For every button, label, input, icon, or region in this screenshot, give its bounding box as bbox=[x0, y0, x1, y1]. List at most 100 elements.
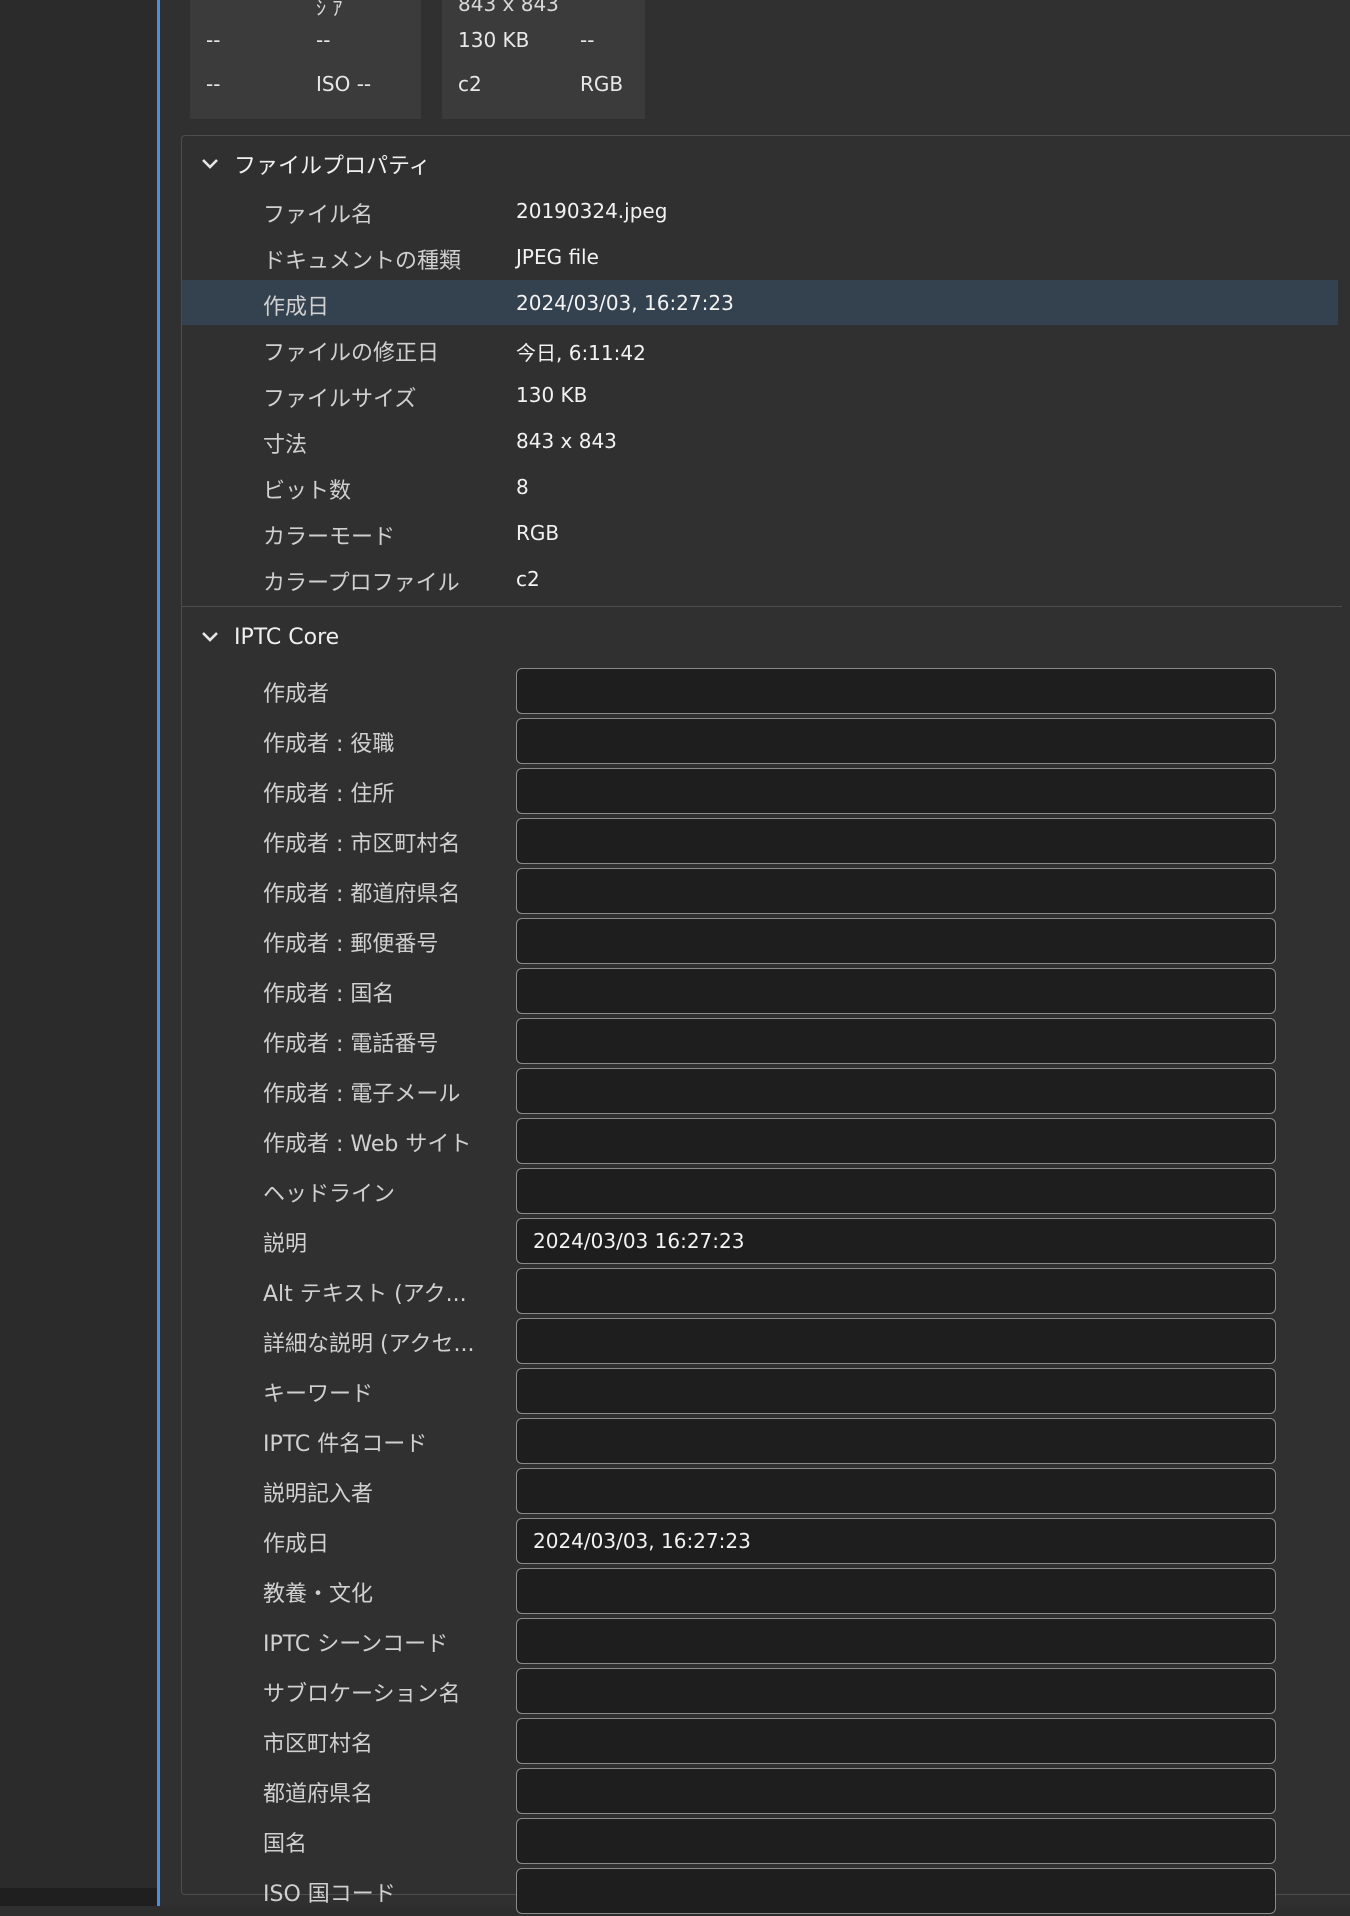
chevron-down-icon[interactable] bbox=[196, 623, 224, 651]
property-value: 8 bbox=[516, 475, 529, 499]
properties-panel: ファイルプロパティ ファイル名 20190324.jpeg ドキュメントの種類 JPE… bbox=[181, 135, 1350, 1914]
iptc-field-row: 作成者 : 役職 bbox=[182, 716, 1342, 766]
iptc-field-row: キーワード bbox=[182, 1366, 1342, 1416]
field-label: 国名 bbox=[263, 1832, 308, 1857]
iptc-field-row: 教養・文化 bbox=[182, 1566, 1342, 1616]
file-property-row[interactable]: カラープロファイル c2 bbox=[182, 556, 1338, 601]
iptc-field-row: サブロケーション名 bbox=[182, 1666, 1342, 1716]
field-input[interactable] bbox=[516, 1768, 1276, 1814]
card-value: -- bbox=[206, 28, 221, 52]
field-input[interactable] bbox=[516, 1418, 1276, 1464]
field-input[interactable] bbox=[516, 818, 1276, 864]
field-label: 市区町村名 bbox=[263, 1732, 374, 1757]
field-input[interactable] bbox=[516, 1068, 1276, 1114]
field-label: 都道府県名 bbox=[263, 1782, 374, 1807]
card-value: ISO -- bbox=[316, 72, 372, 96]
field-input[interactable] bbox=[516, 668, 1276, 714]
card-value: -- bbox=[206, 72, 221, 96]
property-label: 作成日 bbox=[263, 295, 330, 320]
file-property-row[interactable]: ビット数 8 bbox=[182, 464, 1338, 509]
property-value: 2024/03/03, 16:27:23 bbox=[516, 291, 734, 315]
property-value: 20190324.jpeg bbox=[516, 199, 668, 223]
field-label: 作成者 : 国名 bbox=[263, 982, 395, 1007]
iptc-field-row: 作成者 : 都道府県名 bbox=[182, 866, 1342, 916]
iptc-field-row: 作成者 : 電話番号 bbox=[182, 1016, 1342, 1066]
field-label: 詳細な説明 (アクセ... bbox=[263, 1332, 475, 1357]
file-properties-header[interactable]: ファイルプロパティ bbox=[182, 144, 1342, 184]
field-label: 作成日 bbox=[263, 1532, 330, 1557]
iptc-field-row: 国名 bbox=[182, 1816, 1342, 1866]
field-input[interactable] bbox=[516, 1868, 1276, 1914]
field-input[interactable] bbox=[516, 1718, 1276, 1764]
section-title: IPTC Core bbox=[234, 624, 340, 650]
section-divider bbox=[182, 606, 1342, 607]
property-value: JPEG file bbox=[516, 245, 599, 269]
file-property-row[interactable]: カラーモード RGB bbox=[182, 510, 1338, 555]
iptc-field-row: 作成者 : Web サイト bbox=[182, 1116, 1342, 1166]
field-input[interactable]: 2024/03/03, 16:27:23 bbox=[516, 1518, 1276, 1564]
field-input[interactable] bbox=[516, 1818, 1276, 1864]
property-value: 843 x 843 bbox=[516, 429, 617, 453]
card-value: -- bbox=[580, 28, 595, 52]
property-label: カラーモード bbox=[263, 525, 396, 550]
field-label: IPTC 件名コード bbox=[263, 1432, 428, 1457]
field-input[interactable] bbox=[516, 1368, 1276, 1414]
field-input[interactable] bbox=[516, 1318, 1276, 1364]
file-property-row[interactable]: ドキュメントの種類 JPEG file bbox=[182, 234, 1338, 279]
field-label: 作成者 bbox=[263, 682, 330, 707]
field-label: ヘッドライン bbox=[263, 1182, 396, 1207]
property-label: 寸法 bbox=[263, 433, 308, 458]
field-input[interactable] bbox=[516, 1668, 1276, 1714]
field-label: キーワード bbox=[263, 1382, 374, 1407]
field-label: サブロケーション名 bbox=[263, 1682, 461, 1707]
file-property-row[interactable]: ファイルの修正日 今日, 6:11:42 bbox=[182, 326, 1338, 371]
file-property-row[interactable]: ファイル名 20190324.jpeg bbox=[182, 188, 1338, 233]
left-panel-footer bbox=[0, 1888, 157, 1906]
iptc-field-row: 作成日 2024/03/03, 16:27:23 bbox=[182, 1516, 1342, 1566]
iptc-field-row: ISO 国コード bbox=[182, 1866, 1342, 1916]
property-value: c2 bbox=[516, 567, 540, 591]
file-property-row[interactable]: 作成日 2024/03/03, 16:27:23 bbox=[182, 280, 1338, 325]
property-label: カラープロファイル bbox=[263, 571, 460, 596]
metadata-panel: ｼ ｱ -- -- -- ISO -- 843 x 843 130 KB -- … bbox=[160, 0, 1350, 1914]
field-input[interactable] bbox=[516, 868, 1276, 914]
card-value: 843 x 843 bbox=[458, 0, 559, 16]
field-input[interactable] bbox=[516, 1268, 1276, 1314]
field-label: IPTC シーンコード bbox=[263, 1632, 449, 1657]
iptc-field-row: ヘッドライン bbox=[182, 1166, 1342, 1216]
field-input[interactable] bbox=[516, 718, 1276, 764]
field-input[interactable] bbox=[516, 1568, 1276, 1614]
field-input[interactable] bbox=[516, 918, 1276, 964]
field-label: 作成者 : 住所 bbox=[263, 782, 395, 807]
camera-info-card: ｼ ｱ -- -- -- ISO -- bbox=[190, 0, 421, 119]
card-value: c2 bbox=[458, 72, 482, 96]
card-value: RGB bbox=[580, 72, 624, 96]
field-input[interactable] bbox=[516, 1618, 1276, 1664]
iptc-field-row: 作成者 bbox=[182, 666, 1342, 716]
left-panel bbox=[0, 0, 157, 1906]
field-input[interactable]: 2024/03/03 16:27:23 bbox=[516, 1218, 1276, 1264]
field-input[interactable] bbox=[516, 1468, 1276, 1514]
card-value: -- bbox=[316, 28, 331, 52]
section-title: ファイルプロパティ bbox=[234, 154, 431, 179]
field-label: 作成者 : 都道府県名 bbox=[263, 882, 461, 907]
file-property-row[interactable]: 寸法 843 x 843 bbox=[182, 418, 1338, 463]
iptc-field-row: 作成者 : 市区町村名 bbox=[182, 816, 1342, 866]
field-input[interactable] bbox=[516, 768, 1276, 814]
field-label: 作成者 : 電話番号 bbox=[263, 1032, 439, 1057]
property-label: ファイル名 bbox=[263, 203, 374, 228]
property-label: ドキュメントの種類 bbox=[263, 249, 462, 274]
iptc-field-row: 説明記入者 bbox=[182, 1466, 1342, 1516]
iptc-field-row: 市区町村名 bbox=[182, 1716, 1342, 1766]
field-input[interactable] bbox=[516, 968, 1276, 1014]
field-input[interactable] bbox=[516, 1018, 1276, 1064]
field-input[interactable] bbox=[516, 1168, 1276, 1214]
iptc-field-row: 作成者 : 国名 bbox=[182, 966, 1342, 1016]
iptc-core-header[interactable]: IPTC Core bbox=[182, 617, 1342, 657]
field-label: 教養・文化 bbox=[263, 1582, 374, 1607]
file-property-row[interactable]: ファイルサイズ 130 KB bbox=[182, 372, 1338, 417]
card-value: 130 KB bbox=[458, 28, 530, 52]
field-input[interactable] bbox=[516, 1118, 1276, 1164]
chevron-down-icon[interactable] bbox=[196, 150, 224, 178]
iptc-field-row: 作成者 : 住所 bbox=[182, 766, 1342, 816]
